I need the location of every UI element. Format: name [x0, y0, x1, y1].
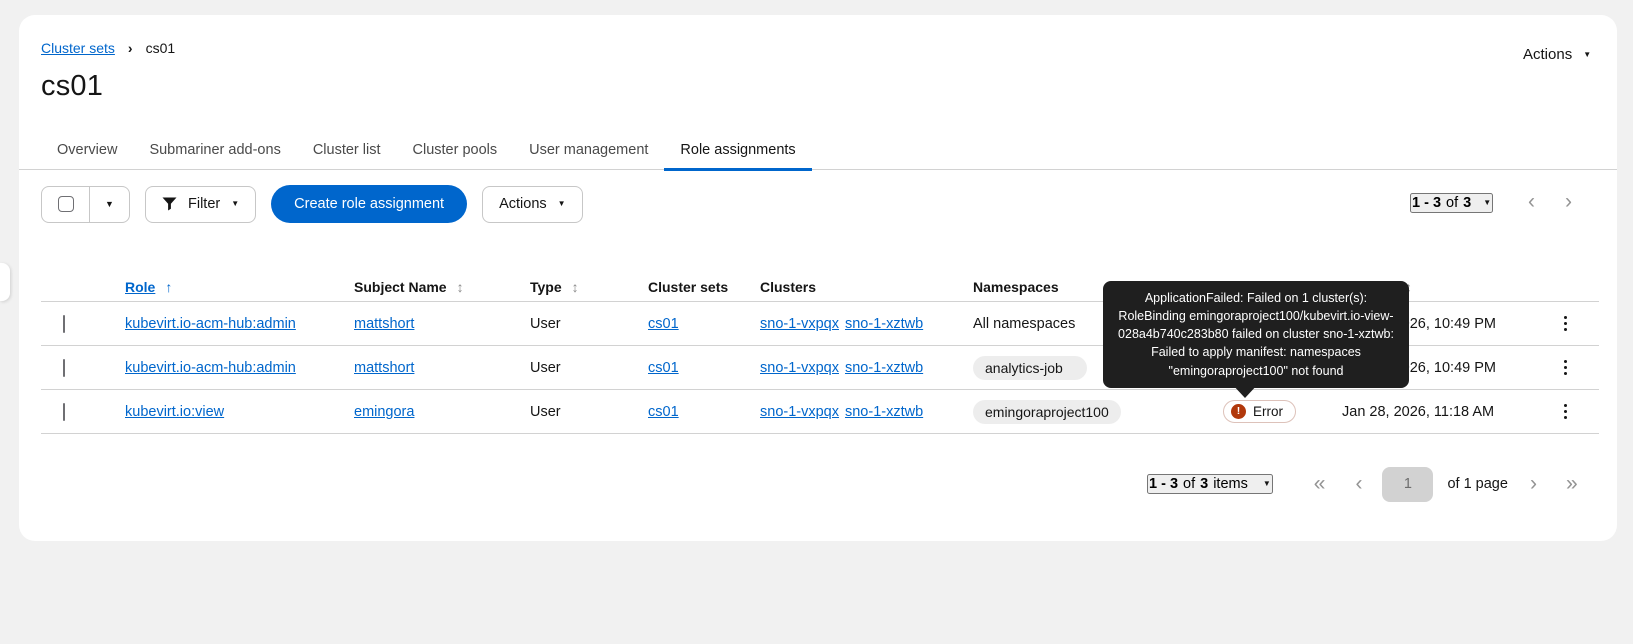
row-kebab-menu-button[interactable]: [1560, 400, 1572, 424]
drawer-handle[interactable]: [0, 263, 10, 301]
page-actions-label: Actions: [1523, 46, 1573, 63]
breadcrumb: Cluster sets › cs01: [41, 40, 175, 56]
caret-down-icon: ▼: [557, 199, 566, 208]
toolbar-actions-label: Actions: [499, 196, 547, 212]
error-status-badge[interactable]: ! Error: [1223, 400, 1296, 423]
row-kebab-menu-button[interactable]: [1560, 356, 1572, 380]
subject-link[interactable]: emingora: [354, 404, 414, 420]
tab-overview[interactable]: Overview: [41, 130, 133, 170]
type-cell: User: [530, 315, 561, 332]
tab-role-assignments[interactable]: Role assignments: [664, 130, 812, 171]
pagination-prev-page-button[interactable]: ‹: [1355, 470, 1362, 498]
column-header-subject-name[interactable]: Subject Name ↕: [354, 279, 530, 295]
create-role-assignment-button[interactable]: Create role assignment: [271, 185, 468, 223]
cluster-link[interactable]: sno-1-vxpqx: [760, 316, 839, 332]
column-header-role[interactable]: Role ↑: [125, 279, 354, 295]
cluster-link[interactable]: sno-1-xztwb: [845, 316, 923, 332]
chevron-right-icon: ›: [127, 40, 133, 56]
type-cell: User: [530, 359, 561, 376]
filter-label: Filter: [188, 196, 221, 212]
cluster-set-link[interactable]: cs01: [648, 360, 679, 376]
select-all-checkbox-segment[interactable]: [42, 196, 89, 212]
caret-down-icon: ▼: [1583, 49, 1592, 59]
pagination-bottom-range: 1 - 3: [1149, 476, 1179, 492]
created-cell: Jan 28, 2026, 11:18 AM: [1342, 403, 1495, 420]
cluster-link[interactable]: sno-1-vxpqx: [760, 360, 839, 376]
current-page-input[interactable]: 1: [1382, 466, 1434, 502]
namespace-pill: analytics-job: [973, 355, 1087, 380]
sort-ascending-icon: ↑: [165, 279, 173, 295]
row-kebab-menu-button[interactable]: [1560, 312, 1572, 336]
page-title: cs01: [41, 70, 104, 102]
breadcrumb-link-cluster-sets[interactable]: Cluster sets: [41, 40, 115, 56]
caret-down-icon: ▼: [105, 198, 114, 209]
caret-down-icon: ▼: [231, 199, 240, 208]
pagination-bottom: 1 - 3 of 3 items ▼ « ‹ 1 of 1 page › »: [1147, 466, 1578, 502]
table-row: kubevirt.io:view emingora User cs01 sno-…: [41, 390, 1599, 434]
table-toolbar: ▼ Filter ▼ Create role assignment Action…: [41, 185, 583, 223]
cluster-link[interactable]: sno-1-xztwb: [845, 360, 923, 376]
pagination-top-total: 3: [1463, 195, 1472, 211]
select-all-checkbox[interactable]: [57, 196, 74, 212]
error-icon: !: [1231, 404, 1246, 419]
subject-link[interactable]: mattshort: [354, 360, 414, 376]
pagination-top-next-button[interactable]: ›: [1565, 188, 1572, 216]
sort-icon: ↕: [571, 279, 579, 295]
row-checkbox[interactable]: [63, 402, 65, 421]
tab-user-management[interactable]: User management: [513, 130, 664, 170]
role-link[interactable]: kubevirt.io-acm-hub:admin: [125, 316, 296, 332]
row-checkbox[interactable]: [63, 314, 65, 333]
filter-button[interactable]: Filter ▼: [145, 185, 257, 223]
cluster-link[interactable]: sno-1-xztwb: [845, 404, 923, 420]
page-count-label: of 1 page: [1447, 476, 1508, 492]
row-checkbox[interactable]: [63, 358, 65, 377]
column-header-type[interactable]: Type ↕: [530, 279, 648, 295]
tab-bar: Overview Submariner add-ons Cluster list…: [41, 130, 812, 171]
cluster-set-link[interactable]: cs01: [648, 404, 679, 420]
tab-cluster-list[interactable]: Cluster list: [297, 130, 397, 170]
caret-down-icon: ▼: [1262, 479, 1271, 488]
pagination-bottom-menu[interactable]: 1 - 3 of 3 items ▼: [1147, 474, 1273, 494]
pagination-next-page-button[interactable]: ›: [1530, 470, 1537, 498]
pagination-top-of: of: [1446, 195, 1459, 211]
caret-down-icon: ▼: [1483, 198, 1492, 207]
pagination-top-range: 1 - 3: [1412, 195, 1442, 211]
tab-cluster-pools[interactable]: Cluster pools: [397, 130, 514, 170]
breadcrumb-current: cs01: [145, 40, 176, 56]
pagination-bottom-of: of: [1183, 476, 1196, 492]
pagination-last-page-button[interactable]: »: [1566, 470, 1578, 498]
column-header-clusters[interactable]: Clusters: [760, 279, 973, 295]
pagination-bottom-total: 3: [1200, 476, 1209, 492]
cluster-set-link[interactable]: cs01: [648, 316, 679, 332]
type-cell: User: [530, 403, 561, 420]
column-header-cluster-sets[interactable]: Cluster sets: [648, 279, 760, 295]
create-role-assignment-label: Create role assignment: [294, 196, 445, 212]
tab-submariner-add-ons[interactable]: Submariner add-ons: [133, 130, 296, 170]
pagination-top-prev-button[interactable]: ‹: [1528, 188, 1535, 216]
sort-icon: ↕: [456, 279, 464, 295]
pagination-first-page-button[interactable]: «: [1314, 470, 1326, 498]
subject-link[interactable]: mattshort: [354, 316, 414, 332]
tooltip-arrow: [1231, 383, 1259, 398]
pagination-top-nav: ‹ ›: [1528, 188, 1572, 216]
status-label: Error: [1253, 404, 1283, 419]
pagination-top-menu[interactable]: 1 - 3 of 3 ▼: [1410, 193, 1494, 213]
namespace-pill: emingoraproject100: [973, 399, 1121, 424]
bulk-select-menu-toggle[interactable]: ▼: [90, 198, 129, 209]
bulk-select-split-button: ▼: [41, 185, 130, 223]
pagination-bottom-items: items: [1213, 476, 1248, 492]
role-link[interactable]: kubevirt.io-acm-hub:admin: [125, 360, 296, 376]
page-actions-button[interactable]: Actions ▼: [1523, 46, 1591, 63]
toolbar-actions-button[interactable]: Actions ▼: [482, 185, 583, 223]
role-link[interactable]: kubevirt.io:view: [125, 404, 224, 420]
page: Cluster sets › cs01 Actions ▼ cs01 Overv…: [0, 0, 1633, 644]
cluster-link[interactable]: sno-1-vxpqx: [760, 404, 839, 420]
filter-icon: [162, 197, 177, 211]
error-tooltip: ApplicationFailed: Failed on 1 cluster(s…: [1103, 281, 1409, 388]
